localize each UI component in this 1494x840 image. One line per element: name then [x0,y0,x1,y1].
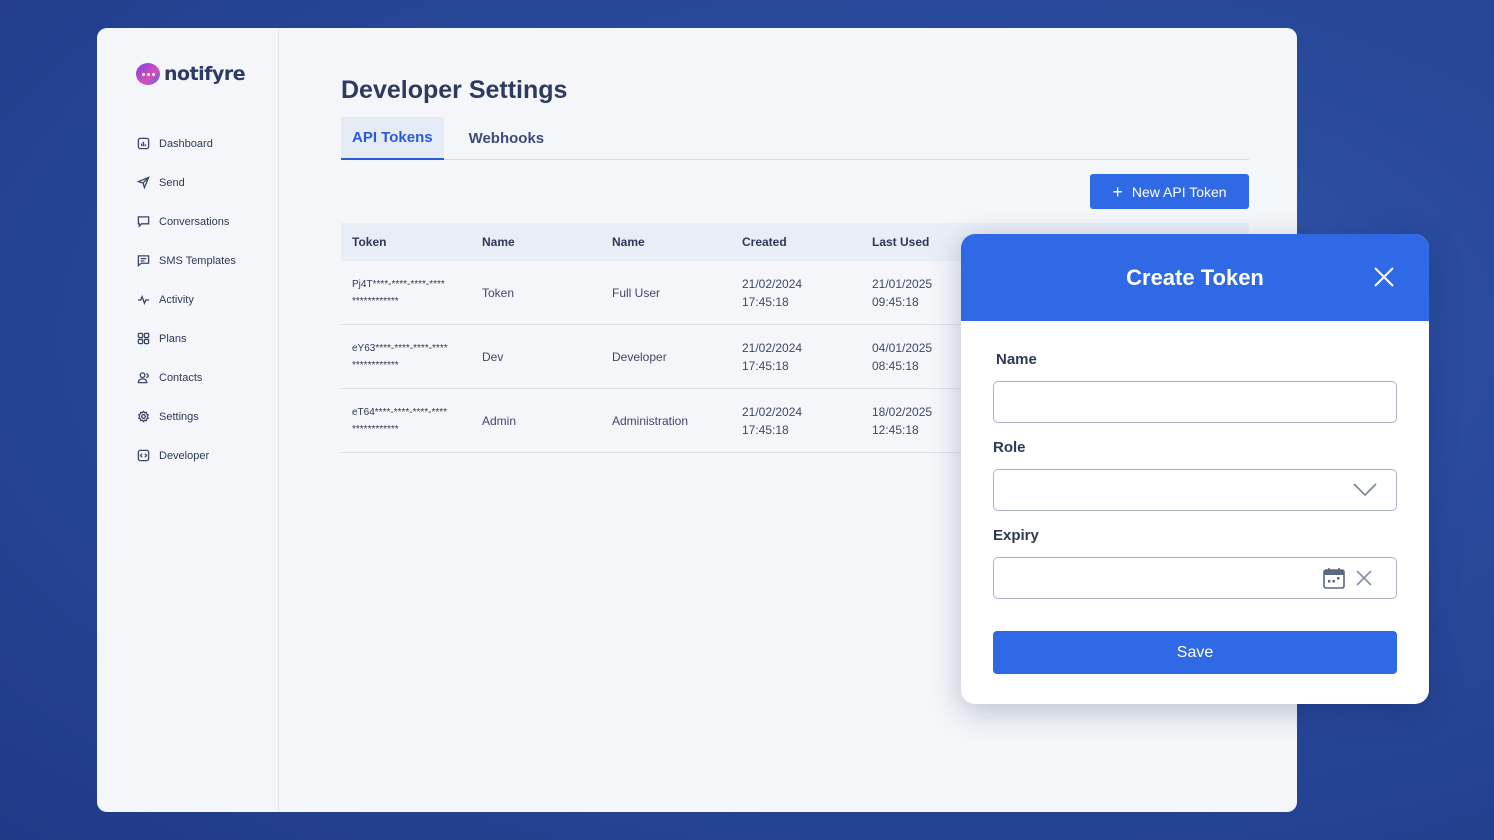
modal-header: Create Token [961,234,1429,321]
code-icon [137,449,150,462]
sidebar-item-label: Activity [159,293,194,306]
column-header-token[interactable]: Token [341,223,471,261]
tab-bar: API Tokens Webhooks [341,117,1249,160]
contacts-icon [137,372,149,384]
sidebar-item-label: SMS Templates [159,254,236,267]
logo[interactable]: notifyre [136,63,246,85]
logo-text: notifyre [164,63,246,85]
role-cell: Full User [601,261,731,324]
tab-api-tokens[interactable]: API Tokens [341,117,444,160]
created-time: 17:45:18 [742,358,789,373]
create-token-modal: Create Token Name Role Expiry Save [961,234,1429,704]
chevron-down-icon[interactable] [1353,483,1377,497]
clear-icon[interactable] [1356,570,1372,586]
name-value: Dev [482,349,504,364]
sidebar-item-label: Plans [159,332,187,345]
created-cell: 21/02/2024 17:45:18 [731,261,861,324]
close-icon [1374,267,1394,287]
role-value: Developer [612,349,667,364]
sidebar-item-sms-templates[interactable]: SMS Templates [137,241,236,280]
template-icon [137,255,150,267]
dashboard-icon [137,137,150,150]
new-api-token-label: New API Token [1131,183,1227,200]
sidebar-item-send[interactable]: Send [137,163,236,202]
token-cell: eY63****-****-****-**** ************ [341,325,471,388]
role-label: Role [993,439,1026,456]
token-cell: Pj4T****-****-****-**** ************ [341,261,471,324]
sidebar-item-label: Contacts [159,371,203,384]
token-value-mask: ************ [352,423,399,435]
column-header-role[interactable]: Name [601,223,731,261]
created-date: 21/02/2024 [742,340,803,355]
created-time: 17:45:18 [742,422,789,437]
role-value: Full User [612,285,661,300]
sidebar-item-contacts[interactable]: Contacts [137,358,236,397]
tab-webhooks[interactable]: Webhooks [458,117,556,160]
created-cell: 21/02/2024 17:45:18 [731,389,861,452]
expiry-label: Expiry [993,527,1039,544]
sidebar: notifyre Dashboard Send Conversations SM… [97,28,279,812]
sidebar-item-label: Settings [159,410,199,423]
close-button[interactable] [1373,266,1395,288]
role-value: Administration [612,413,689,428]
page-title: Developer Settings [341,76,568,104]
gear-icon [138,410,149,423]
save-button[interactable]: Save [993,631,1397,674]
name-value: Admin [482,413,517,428]
token-value: Pj4T****-****-****-**** [352,278,445,290]
sidebar-item-conversations[interactable]: Conversations [137,202,236,241]
column-header-created[interactable]: Created [731,223,861,261]
token-value-mask: ************ [352,295,399,307]
modal-title: Create Token [1126,264,1264,290]
plus-icon: + [1112,181,1123,202]
role-cell: Administration [601,389,731,452]
created-time: 17:45:18 [742,294,789,309]
sidebar-item-dashboard[interactable]: Dashboard [137,124,236,163]
created-cell: 21/02/2024 17:45:18 [731,325,861,388]
name-cell: Admin [471,389,601,452]
sidebar-item-label: Conversations [159,215,230,228]
name-cell: Dev [471,325,601,388]
name-field[interactable] [993,381,1397,423]
send-icon [137,176,150,189]
grid-icon [137,332,150,345]
sidebar-item-label: Developer [159,449,210,462]
token-value: eY63****-****-****-**** [352,342,448,354]
created-date: 21/02/2024 [742,276,803,291]
token-value: eT64****-****-****-**** [352,406,448,418]
role-cell: Developer [601,325,731,388]
sidebar-item-label: Dashboard [159,137,213,150]
chat-icon [137,216,150,228]
role-select[interactable] [993,469,1397,511]
created-date: 21/02/2024 [742,404,803,419]
sidebar-nav: Dashboard Send Conversations SMS Templat… [137,124,236,475]
name-cell: Token [471,261,601,324]
sidebar-item-activity[interactable]: Activity [137,280,236,319]
sidebar-item-label: Send [159,176,185,189]
token-value-mask: ************ [352,359,399,371]
sidebar-item-settings[interactable]: Settings [137,397,236,436]
sidebar-item-plans[interactable]: Plans [137,319,236,358]
token-cell: eT64****-****-****-**** ************ [341,389,471,452]
new-api-token-button[interactable]: + New API Token [1090,174,1249,209]
activity-icon [137,294,150,305]
calendar-icon[interactable] [1322,566,1346,590]
name-label: Name [996,351,1037,368]
logo-icon [136,63,160,85]
column-header-name[interactable]: Name [471,223,601,261]
sidebar-item-developer[interactable]: Developer [137,436,236,475]
name-value: Token [482,285,515,300]
